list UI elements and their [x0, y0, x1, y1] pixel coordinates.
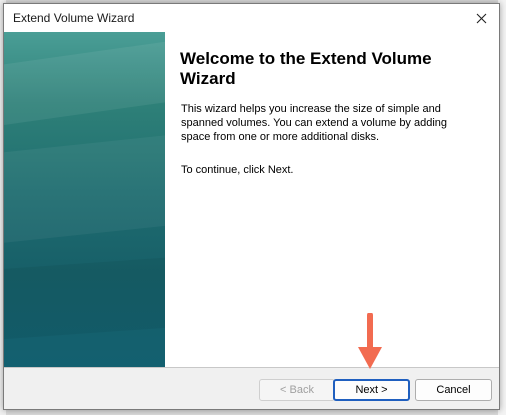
wizard-description: This wizard helps you increase the size …	[181, 103, 448, 143]
wizard-banner-image	[4, 32, 165, 367]
wizard-content: Welcome to the Extend Volume Wizard This…	[4, 32, 499, 368]
page-title: Welcome to the Extend Volume Wizard	[180, 49, 432, 88]
next-button[interactable]: Next >	[333, 379, 410, 401]
window-title: Extend Volume Wizard	[13, 11, 135, 25]
title-bar: Extend Volume Wizard	[4, 4, 499, 32]
arrow-down-icon	[358, 313, 382, 369]
wizard-instruction: To continue, click Next.	[181, 164, 294, 176]
button-bar: < Back Next > Cancel	[4, 368, 499, 409]
close-icon	[476, 13, 486, 23]
cancel-button[interactable]: Cancel	[415, 379, 492, 401]
close-button[interactable]	[467, 5, 495, 31]
extend-volume-dialog: Extend Volume Wizard Welcome to the Exte…	[3, 3, 500, 410]
back-button[interactable]: < Back	[259, 379, 335, 401]
